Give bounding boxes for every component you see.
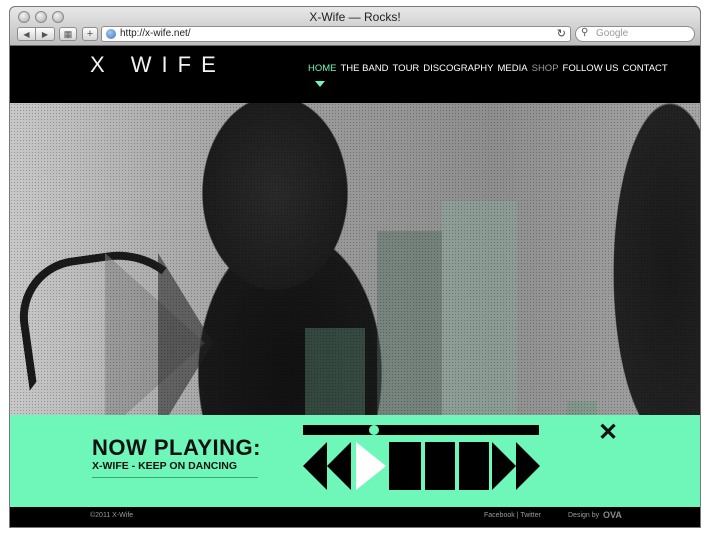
halftone-overlay (10, 103, 700, 415)
pause-icon[interactable] (389, 442, 491, 490)
back-button[interactable]: ◀ (17, 27, 36, 41)
rewind-icon[interactable] (303, 442, 353, 490)
top-sites-button[interactable]: ▦ (59, 27, 77, 41)
social-links[interactable]: Facebook | Twitter (484, 512, 541, 519)
reload-icon[interactable]: ↻ (557, 27, 566, 40)
globe-icon (106, 29, 116, 39)
address-bar[interactable]: http://x-wife.net/ ↻ (101, 26, 571, 42)
fast-forward-icon[interactable] (492, 442, 542, 490)
nav-the-band[interactable]: THE BAND (341, 63, 389, 74)
page-viewport: X WIFE HOME THE BAND TOUR DISCOGRAPHY ME… (10, 46, 700, 527)
site-footer: ©2011 X-Wife Facebook | Twitter Design b… (10, 507, 700, 527)
nav-contact[interactable]: CONTACT (623, 63, 668, 74)
search-icon: ⚲ (581, 27, 589, 38)
add-bookmark-button[interactable]: + (82, 27, 98, 41)
browser-window: X-Wife — Rocks! ◀ ▶ ▦ + http://x-wife.ne… (10, 7, 700, 527)
nav-follow-us[interactable]: FOLLOW US (563, 63, 619, 74)
nav-shop[interactable]: SHOP (532, 63, 559, 74)
site-logo[interactable]: X WIFE (90, 52, 226, 78)
divider (92, 477, 258, 478)
nav-discography[interactable]: DISCOGRAPHY (423, 63, 493, 74)
designer-logo[interactable]: OVA (603, 510, 622, 520)
design-credit: Design by (568, 512, 600, 519)
window-title: X-Wife — Rocks! (309, 10, 401, 24)
progress-knob[interactable] (368, 425, 379, 435)
search-placeholder: Google (596, 28, 629, 39)
hero-image (10, 103, 700, 415)
nav-home[interactable]: HOME (308, 63, 337, 74)
play-icon[interactable] (354, 442, 388, 490)
forward-button[interactable]: ▶ (36, 27, 55, 41)
main-nav: HOME THE BAND TOUR DISCOGRAPHY MEDIA SHO… (308, 63, 668, 74)
now-playing-bar: NOW PLAYING: X-WIFE - KEEP ON DANCING ✕ (10, 415, 700, 507)
site-header: X WIFE HOME THE BAND TOUR DISCOGRAPHY ME… (10, 46, 700, 103)
nav-media[interactable]: MEDIA (498, 63, 528, 74)
progress-bar[interactable] (303, 425, 539, 435)
close-icon[interactable]: ✕ (598, 418, 618, 447)
now-playing-track: X-WIFE - KEEP ON DANCING (92, 460, 238, 472)
history-buttons: ◀ ▶ (17, 27, 55, 41)
copyright-text: ©2011 X-Wife (90, 512, 134, 519)
nav-tour[interactable]: TOUR (393, 63, 420, 74)
address-text: http://x-wife.net/ (120, 28, 191, 39)
search-field[interactable]: ⚲ Google (575, 26, 695, 42)
now-playing-heading: NOW PLAYING: (92, 435, 261, 460)
title-bar: X-Wife — Rocks! ◀ ▶ ▦ + http://x-wife.ne… (10, 7, 700, 46)
active-nav-indicator (315, 81, 325, 87)
